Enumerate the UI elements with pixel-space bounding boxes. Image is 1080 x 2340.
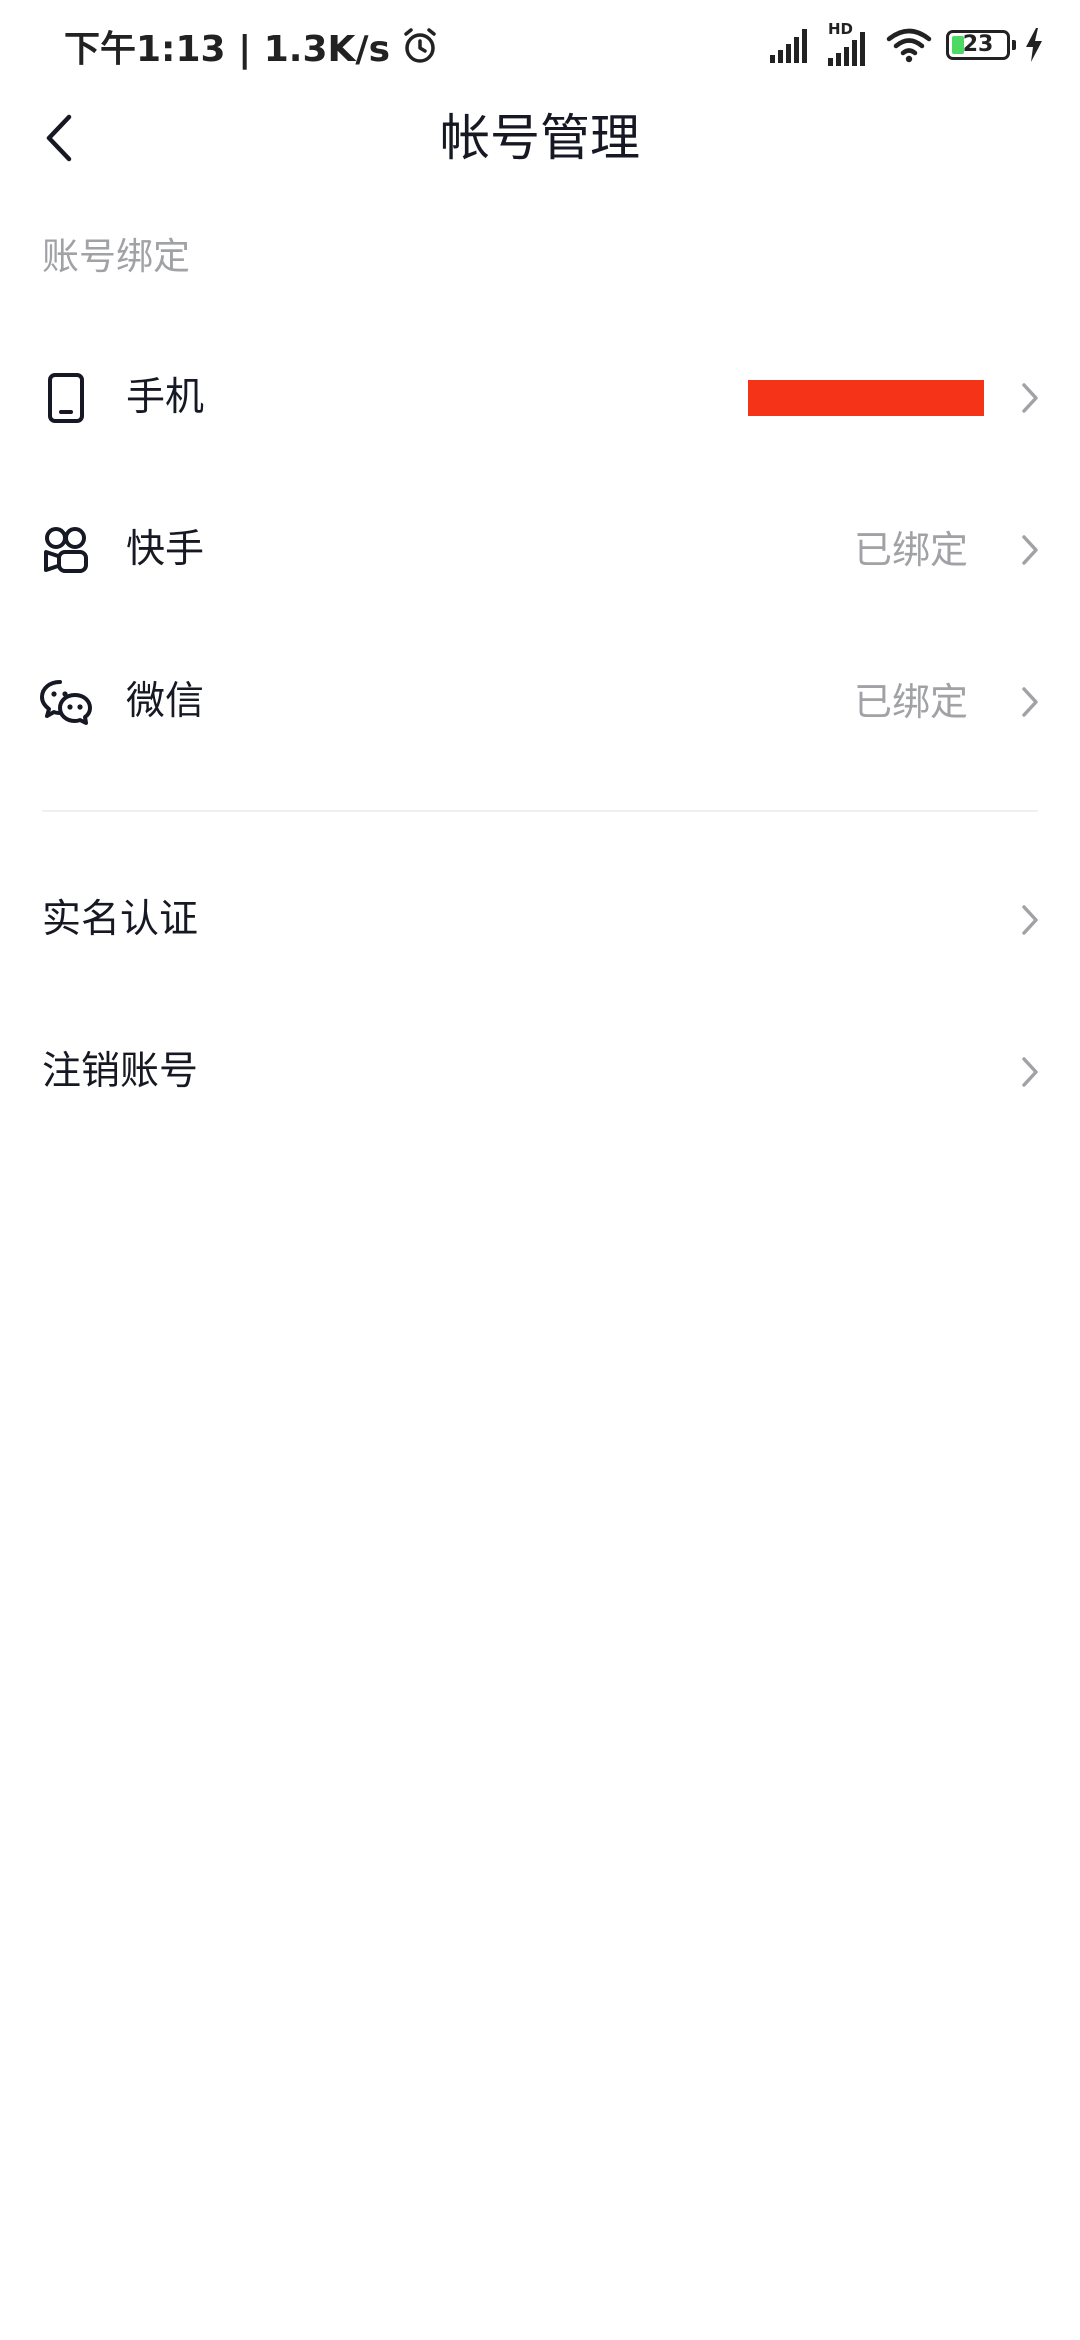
chevron-right-icon [1010,1052,1050,1092]
chevron-right-icon [1010,900,1050,940]
wifi-icon [886,28,932,63]
row-real-name-label: 实名认证 [42,897,199,942]
charging-icon [1026,28,1042,62]
status-right: HD 23 [756,20,1044,68]
row-delete-account-label: 注销账号 [42,1049,199,1094]
row-kuaishou-status: 已绑定 [853,528,968,572]
battery-icon: 23 [946,30,1016,60]
signal-icon [770,29,807,63]
row-real-name-verification[interactable]: 实名认证 [0,844,1080,996]
phone-number-redaction [748,380,984,416]
page-title: 帐号管理 [440,109,640,167]
phone-icon [40,372,92,424]
signal-hd-icon [828,32,865,66]
alarm-icon [404,28,436,63]
nav-bar: 帐号管理 [0,90,1080,186]
row-delete-account[interactable]: 注销账号 [0,996,1080,1148]
kuaishou-icon [40,524,92,576]
row-kuaishou-label: 快手 [126,527,205,572]
section-header-binding: 账号绑定 [42,235,190,278]
chevron-right-icon [1010,530,1050,570]
row-phone-label: 手机 [126,375,205,420]
wechat-icon [40,676,92,728]
status-bar: 下午1:13 | 1.3K/s HD 23 [0,0,1080,90]
chevron-right-icon [1010,378,1050,418]
status-time-speed: 下午1:13 | 1.3K/s [64,29,391,70]
row-wechat-label: 微信 [126,679,205,724]
section-divider [42,810,1038,812]
row-wechat-status: 已绑定 [853,680,968,724]
hd-signal: HD [828,20,872,66]
chevron-right-icon [1010,682,1050,722]
battery-level: 23 [962,32,994,57]
row-wechat[interactable]: 微信 已绑定 [0,626,1080,778]
row-phone[interactable]: 手机 [0,322,1080,474]
row-kuaishou[interactable]: 快手 已绑定 [0,474,1080,626]
status-left: 下午1:13 | 1.3K/s [64,20,440,72]
